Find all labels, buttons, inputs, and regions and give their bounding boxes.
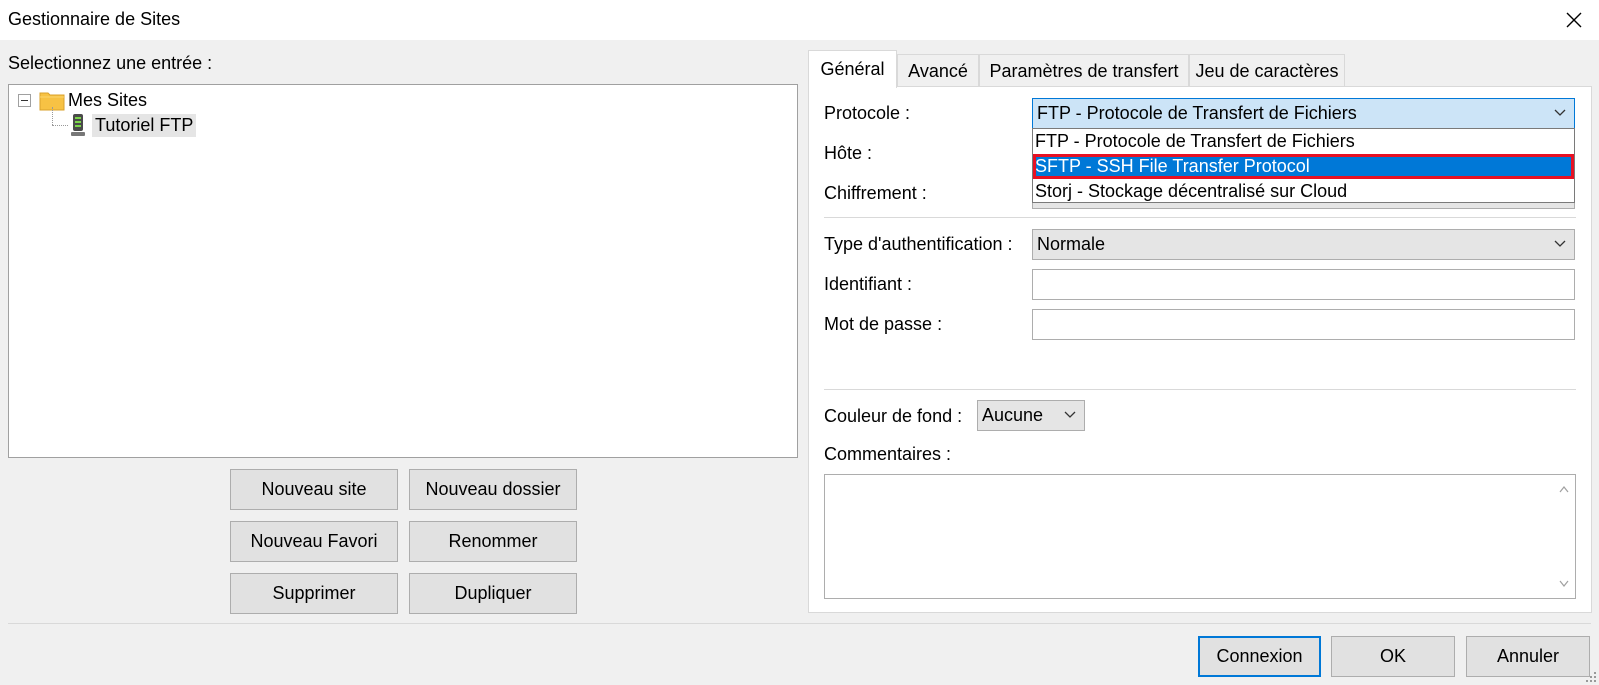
tree-connector [52,125,68,126]
protocol-option-sftp[interactable]: SFTP - SSH File Transfer Protocol [1033,154,1574,179]
auth-type-select[interactable]: Normale [1032,229,1575,260]
password-input[interactable] [1032,309,1575,340]
tab-general[interactable]: Général [808,50,897,88]
close-button[interactable] [1549,0,1599,40]
user-input[interactable] [1032,269,1575,300]
rename-button[interactable]: Renommer [409,521,577,562]
protocol-select[interactable]: FTP - Protocole de Transfert de Fichiers [1032,98,1575,129]
tree-item-tutoriel-ftp[interactable]: Tutoriel FTP [92,114,197,137]
connect-button[interactable]: Connexion [1198,636,1321,677]
delete-button[interactable]: Supprimer [230,573,398,614]
protocol-label: Protocole : [824,103,911,123]
tab-charset[interactable]: Jeu de caractères [1189,54,1345,87]
bgcolor-select[interactable]: Aucune [977,400,1085,431]
auth-type-value: Normale [1037,234,1106,254]
site-tree[interactable]: Mes Sites Tutoriel FTP [8,84,798,458]
close-icon [1566,12,1582,28]
scroll-down-icon[interactable] [1559,580,1569,588]
encryption-label: Chiffrement : [824,183,927,203]
footer-separator [8,623,1591,624]
tab-advanced[interactable]: Avancé [897,54,979,87]
protocol-option-storj[interactable]: Storj - Stockage décentralisé sur Cloud [1033,179,1574,204]
protocol-dropdown-list: FTP - Protocole de Transfert de Fichiers… [1032,128,1575,203]
user-label: Identifiant : [824,274,913,294]
title-bar: Gestionnaire de Sites [0,0,1599,40]
duplicate-button[interactable]: Dupliquer [409,573,577,614]
protocol-option-ftp[interactable]: FTP - Protocole de Transfert de Fichiers [1033,129,1574,154]
ok-button[interactable]: OK [1331,636,1455,677]
separator [824,217,1576,218]
separator [824,389,1576,390]
server-icon [71,114,85,136]
chevron-down-icon [1554,240,1566,247]
host-label: Hôte : [824,143,873,163]
new-folder-button[interactable]: Nouveau dossier [409,469,577,510]
tab-transfer-settings[interactable]: Paramètres de transfert [979,54,1189,87]
password-label: Mot de passe : [824,314,943,334]
chevron-down-icon [1064,411,1076,418]
collapse-icon[interactable] [18,94,31,107]
bgcolor-label: Couleur de fond : [824,406,963,426]
scroll-up-icon[interactable] [1559,485,1569,493]
bgcolor-value: Aucune [982,405,1044,425]
window-title: Gestionnaire de Sites [8,9,181,29]
protocol-value: FTP - Protocole de Transfert de Fichiers [1037,103,1357,123]
tree-connector [52,107,53,125]
comments-label: Commentaires : [824,444,952,464]
tree-item-mes-sites[interactable]: Mes Sites [68,90,147,111]
new-site-button[interactable]: Nouveau site [230,469,398,510]
comments-textarea[interactable] [824,474,1576,599]
resize-grip-icon[interactable] [1585,671,1597,683]
cancel-button[interactable]: Annuler [1466,636,1590,677]
auth-type-label: Type d'authentification : [824,234,1013,254]
select-entry-label: Selectionnez une entrée : [8,53,213,73]
new-bookmark-button[interactable]: Nouveau Favori [230,521,398,562]
chevron-down-icon [1554,109,1566,116]
